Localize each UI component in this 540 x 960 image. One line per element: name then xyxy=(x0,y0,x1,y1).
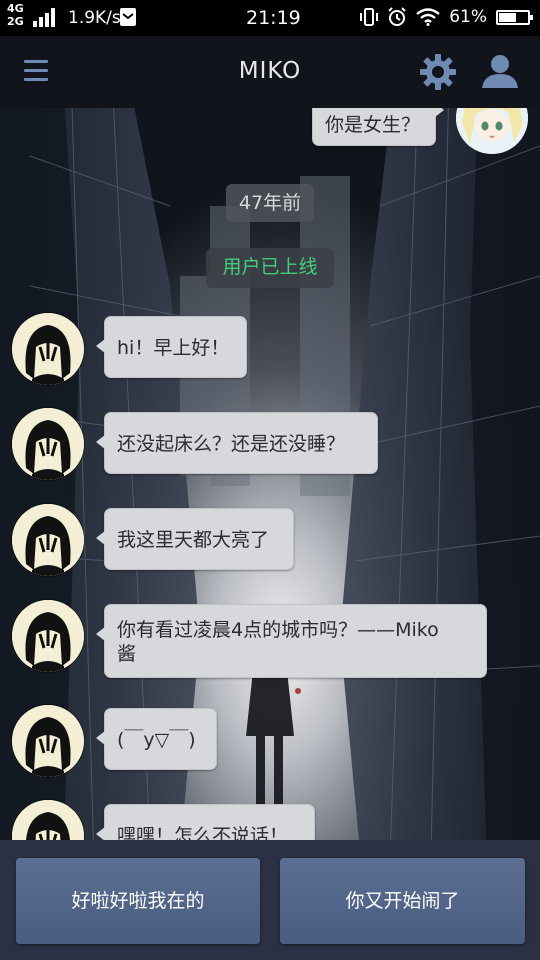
network-2g: 2G xyxy=(7,15,24,28)
girl-avatar-image xyxy=(12,504,84,576)
message-text: 你是女生？ xyxy=(325,114,421,136)
message-bubble: 嘿嘿！怎么不说话！ xyxy=(96,804,315,840)
girl-avatar-image xyxy=(12,800,84,840)
message-text-line1: 你有看过凌晨4点的城市吗？——Miko xyxy=(117,619,439,641)
vibrate-icon xyxy=(360,8,379,26)
clock: 21:19 xyxy=(246,7,301,29)
girl-avatar-image xyxy=(12,705,84,777)
app-header: MIKO xyxy=(0,36,540,108)
message-text: (￣y▽￣) xyxy=(117,729,196,751)
bot-avatar[interactable] xyxy=(12,504,84,576)
time-divider: 47年前 xyxy=(226,184,314,222)
bot-avatar[interactable] xyxy=(12,408,84,480)
signal-icon xyxy=(33,8,55,27)
message-bubble: 还没起床么？还是还没睡？ xyxy=(96,412,378,474)
message-text: 嘿嘿！怎么不说话！ xyxy=(117,825,289,840)
message-bubble: 我这里天都大亮了 xyxy=(96,508,294,570)
network-4g: 4G xyxy=(7,2,24,15)
reply-option-1-button[interactable]: 好啦好啦我在的 xyxy=(16,858,260,944)
status-bar: 4G 2G 1.9K/s 21:19 61% xyxy=(0,0,540,36)
user-icon[interactable] xyxy=(480,53,520,89)
reply-option-2-button[interactable]: 你又开始闹了 xyxy=(280,858,525,944)
user-avatar[interactable] xyxy=(456,108,528,154)
anime-avatar-image xyxy=(456,108,528,154)
network-speed: 1.9K/s xyxy=(68,8,121,28)
girl-avatar-image xyxy=(12,408,84,480)
message-bubble: 你有看过凌晨4点的城市吗？——Miko 酱 xyxy=(96,604,487,678)
message-text-line2: 酱 xyxy=(117,643,137,665)
gear-icon[interactable] xyxy=(418,52,458,92)
bot-avatar[interactable] xyxy=(12,705,84,777)
message-bubble: (￣y▽￣) xyxy=(96,708,217,770)
wifi-icon xyxy=(416,8,440,26)
girl-avatar-image xyxy=(12,313,84,385)
network-type: 4G 2G xyxy=(7,2,24,28)
bot-avatar[interactable] xyxy=(12,313,84,385)
page-title: MIKO xyxy=(238,58,302,84)
mail-icon xyxy=(120,8,136,26)
bot-avatar[interactable] xyxy=(12,800,84,840)
alarm-icon xyxy=(388,7,406,26)
battery-percent: 61% xyxy=(449,7,487,27)
message-bubble: hi！早上好！ xyxy=(96,316,247,378)
message-bubble-user: 你是女生？ xyxy=(312,108,444,146)
status-icons: 61% xyxy=(360,7,533,27)
screen: 4G 2G 1.9K/s 21:19 61% MIKO 你是女生？ 47年前 用… xyxy=(0,0,540,960)
chat-area[interactable]: 你是女生？ 47年前 用户已上线 hi！早上好！ 还没起床么？还是还没睡？ 我这… xyxy=(0,108,540,840)
message-text: 我这里天都大亮了 xyxy=(117,529,270,551)
message-text: 还没起床么？还是还没睡？ xyxy=(117,433,346,455)
message-text: hi！早上好！ xyxy=(117,337,230,359)
battery-level xyxy=(499,12,517,22)
battery-icon xyxy=(496,9,533,25)
bot-avatar[interactable] xyxy=(12,600,84,672)
girl-avatar-image xyxy=(12,600,84,672)
reply-options-bar: 好啦好啦我在的 你又开始闹了 xyxy=(0,840,540,960)
status-notice: 用户已上线 xyxy=(206,248,334,288)
